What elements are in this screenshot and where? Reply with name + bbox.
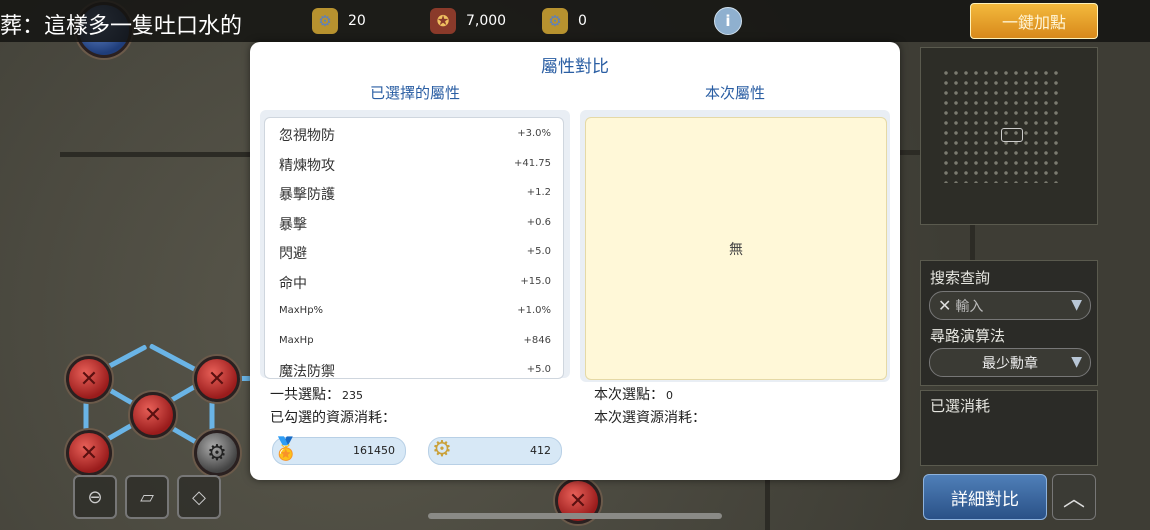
attr-value: +0.6	[526, 216, 551, 228]
cost-value: 412	[530, 444, 551, 457]
resource-gold-gear: ⚙ 20	[312, 8, 366, 34]
info-button[interactable]: i	[714, 7, 742, 35]
dialog-title: 屬性對比	[541, 57, 609, 77]
list-item: 命中 +15.0	[265, 266, 563, 296]
zoom-out-icon[interactable]: ⊖	[73, 475, 117, 519]
total-points-label: 一共選點：	[270, 387, 340, 403]
skill-node[interactable]: ✕	[66, 356, 112, 402]
attr-value: +15.0	[520, 275, 551, 287]
search-placeholder: 輸入	[955, 298, 984, 315]
attribute-compare-dialog: 屬性對比 已選擇的屬性 本次屬性 忽視物防 +3.0% 精煉物攻 +41.75 …	[250, 42, 900, 480]
total-points-value: 235	[342, 389, 363, 402]
checked-cost-label: 已勾選的資源消耗：	[270, 410, 396, 426]
search-input[interactable]: ✕ 輸入 ▼	[929, 291, 1091, 320]
attribute-list[interactable]: 忽視物防 +3.0% 精煉物攻 +41.75 暴擊防護 +1.2 暴擊 +0.6…	[264, 117, 564, 379]
medal-lock-icon: ✪	[430, 8, 456, 34]
list-item: 暴擊 +0.6	[265, 207, 563, 237]
current-points: 本次選點： 0	[594, 384, 673, 404]
minimap-nodes	[941, 68, 1061, 183]
top-bar: 葬：這樣多一隻吐口水的 ⚙ 20 ✪ 7,000 ⚙ 0 i 一鍵加點	[0, 0, 1150, 42]
attr-value: +5.0	[526, 364, 551, 375]
skill-node[interactable]: ✕	[130, 392, 176, 438]
resource-medal: ✪ 7,000	[430, 8, 506, 34]
crop-icon[interactable]: ▱	[125, 475, 169, 519]
attr-value: +846	[523, 334, 551, 346]
medal-icon: 🏅	[272, 436, 300, 462]
chat-ticker: 葬：這樣多一隻吐口水的	[0, 14, 243, 39]
attr-value: +1.2	[526, 187, 551, 198]
list-item: 精煉物攻 +41.75	[265, 148, 563, 178]
attr-name: MaxHp	[279, 334, 314, 346]
cost-gold-gear: ⚙ 412	[428, 437, 562, 465]
attr-name: 精煉物攻	[279, 157, 335, 174]
search-label: 搜索查詢	[930, 269, 991, 287]
home-indicator	[428, 513, 722, 519]
attr-value: +1.0%	[517, 305, 551, 316]
board-path	[60, 152, 250, 157]
list-item: 忽視物防 +3.0%	[265, 118, 563, 148]
cost-value: 161450	[353, 444, 395, 457]
list-item: 閃避 +5.0	[265, 236, 563, 266]
attr-name: 暴擊	[279, 216, 307, 233]
board-path	[970, 220, 975, 260]
auto-assign-button[interactable]: 一鍵加點	[970, 3, 1098, 39]
resource-gear-lock: ⚙ 0	[542, 8, 587, 34]
algo-select[interactable]: 最少勳章 ▼	[929, 348, 1091, 377]
spent-label: 已選消耗	[930, 397, 991, 415]
current-attrs-header: 本次屬性	[704, 84, 765, 102]
chevron-up-icon[interactable]: ︿	[1052, 474, 1096, 520]
attr-name: 閃避	[279, 246, 307, 262]
list-item: MaxHp% +1.0%	[265, 295, 563, 325]
chevron-down-icon: ▼	[1071, 297, 1082, 313]
attr-name: 魔法防禦	[279, 364, 335, 379]
cost-medal: 🏅 161450	[272, 437, 406, 465]
skill-node[interactable]: ✕	[66, 430, 112, 476]
selected-attrs-header: 已選擇的屬性	[369, 84, 460, 102]
gold-gear-icon: ⚙	[432, 436, 452, 462]
list-item: MaxHp +846	[265, 325, 563, 355]
none-text: 無	[729, 241, 743, 258]
attr-name: 命中	[279, 275, 307, 292]
board-path	[765, 478, 770, 530]
current-attrs-box: 無	[585, 117, 887, 380]
list-item: 暴擊防護 +1.2	[265, 177, 563, 207]
detail-compare-button[interactable]: 詳細對比	[923, 474, 1047, 520]
attr-value: +41.75	[513, 157, 551, 169]
attr-name: 忽視物防	[279, 128, 335, 144]
attr-value: +5.0	[526, 246, 551, 257]
minimap-viewport[interactable]	[1001, 128, 1023, 142]
resource-value: 7,000	[466, 13, 507, 29]
total-points: 一共選點： 235	[270, 384, 363, 404]
current-points-value: 0	[666, 389, 673, 402]
gear-node[interactable]: ⚙	[194, 430, 240, 476]
attr-name: MaxHp%	[279, 305, 324, 316]
path-icon[interactable]: ◇	[177, 475, 221, 519]
skill-node[interactable]: ✕	[194, 356, 240, 402]
spent-panel: 已選消耗	[920, 390, 1098, 466]
close-icon[interactable]: ✕	[938, 296, 951, 315]
algo-label: 尋路演算法	[930, 327, 1006, 345]
attr-name: 暴擊防護	[279, 187, 335, 203]
current-points-label: 本次選點：	[594, 387, 664, 403]
list-item: 魔法防禦 +5.0	[265, 354, 563, 379]
minimap[interactable]	[920, 47, 1098, 225]
chevron-down-icon: ▼	[1071, 354, 1082, 370]
current-cost-label: 本次選資源消耗：	[594, 410, 706, 426]
gold-gear-icon: ⚙	[312, 8, 338, 34]
gear-lock-icon: ⚙	[542, 8, 568, 34]
attr-value: +3.0%	[517, 128, 551, 139]
resource-value: 20	[348, 13, 366, 29]
algo-value: 最少勳章	[982, 355, 1038, 372]
search-panel: 搜索查詢 ✕ 輸入 ▼ 尋路演算法 最少勳章 ▼	[920, 260, 1098, 386]
resource-value: 0	[578, 13, 587, 29]
